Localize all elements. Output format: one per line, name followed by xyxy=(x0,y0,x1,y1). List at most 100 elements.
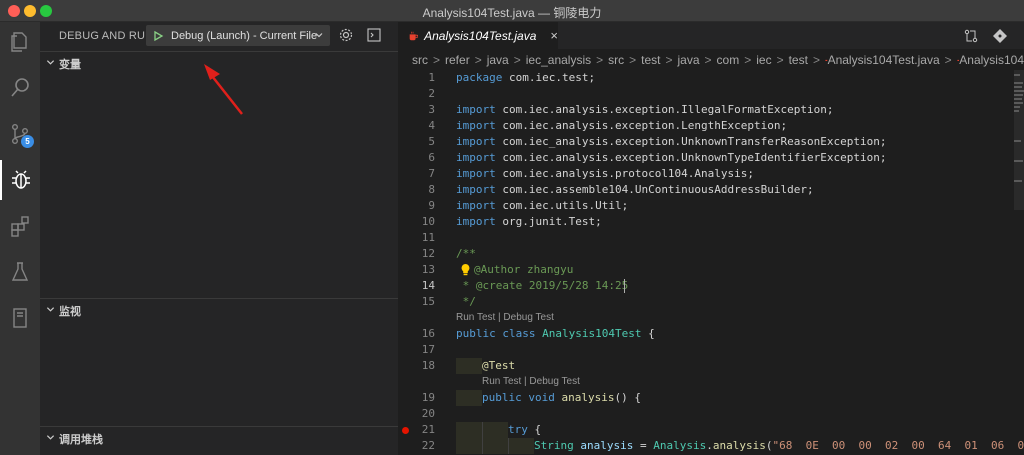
launch-config-label: Debug (Launch) - Current File xyxy=(171,29,318,42)
remote-explorer-icon[interactable] xyxy=(0,298,40,338)
testing-icon[interactable] xyxy=(0,252,40,292)
chevron-down-icon xyxy=(46,435,55,440)
line-number: 9 xyxy=(428,199,435,212)
code-line: 5 import com.iec_analysis.exception.Unkno… xyxy=(398,134,1024,150)
breadcrumb-item[interactable]: src xyxy=(412,53,428,67)
breadcrumb-item[interactable]: src xyxy=(608,53,624,67)
line-number: 13 xyxy=(421,263,435,276)
code-line: 16 public class Analysis104Test { xyxy=(398,326,1024,342)
gear-icon[interactable] xyxy=(338,27,354,43)
code-lens-run-debug[interactable]: Run Test | Debug Test xyxy=(456,311,554,325)
line-number: 2 xyxy=(428,87,435,100)
breadcrumb-item[interactable]: java xyxy=(487,53,509,67)
watch-section-header[interactable]: 监视 xyxy=(40,298,398,318)
chevron-down-icon xyxy=(46,60,55,65)
close-icon[interactable]: × xyxy=(550,28,558,43)
line-number: 22 xyxy=(421,439,435,452)
breadcrumb-item[interactable]: iec xyxy=(756,53,771,67)
breadcrumb-item[interactable]: java xyxy=(678,53,700,67)
code-line: 6 import com.iec.analysis.exception.Unkno… xyxy=(398,150,1024,166)
source-control-icon[interactable]: 5 xyxy=(0,114,40,154)
compare-changes-icon[interactable] xyxy=(963,28,979,44)
sidebar-title: DEBUG AND RUN xyxy=(59,30,154,42)
editor-area: Analysis104Test.java × src > refer > java >… xyxy=(398,22,1024,455)
code-line: 11 xyxy=(398,230,1024,246)
code-line: 4 import com.iec.analysis.exception.Lengt… xyxy=(398,118,1024,134)
lightbulb-icon[interactable] xyxy=(460,263,471,276)
code-line: 2 xyxy=(398,86,1024,102)
breadcrumb: src > refer > java > iec_analysis > src > tes… xyxy=(412,53,1024,67)
minimap[interactable] xyxy=(1014,70,1024,210)
code-lens-run-debug[interactable]: Run Test | Debug Test xyxy=(482,375,580,389)
code-line: 21 try { xyxy=(398,422,1024,438)
explorer-icon[interactable] xyxy=(0,22,40,62)
debug-console-icon[interactable] xyxy=(366,27,382,43)
code-line: 18 @Test xyxy=(398,358,1024,374)
chevron-down-icon xyxy=(315,33,323,38)
line-number: 5 xyxy=(428,135,435,148)
activity-bar: 5 xyxy=(0,22,40,455)
line-number: 16 xyxy=(421,327,435,340)
line-number: 8 xyxy=(428,183,435,196)
java-file-icon xyxy=(409,31,419,40)
line-number: 20 xyxy=(421,407,435,420)
code-line: 10 import org.junit.Test; xyxy=(398,214,1024,230)
start-debugging-icon[interactable] xyxy=(152,30,164,42)
window-title: Analysis104Test.java — 铜陵电力 xyxy=(422,6,602,20)
breadcrumb-item[interactable]: iec_analysis xyxy=(526,53,591,67)
line-number: 12 xyxy=(421,247,435,260)
line-number: 18 xyxy=(421,359,435,372)
breadcrumb-item[interactable]: Analysis104 xyxy=(959,53,1024,67)
breadcrumb-item[interactable]: com xyxy=(717,53,740,67)
code-line: 3 import com.iec.analysis.exception.Illeg… xyxy=(398,102,1024,118)
breadcrumb-item[interactable]: Analysis104Test.java xyxy=(828,53,940,67)
annotation-arrow xyxy=(204,64,243,115)
code-line: 17 xyxy=(398,342,1024,358)
line-number: 17 xyxy=(421,343,435,356)
code-line: 9 import com.iec.utils.Util; xyxy=(398,198,1024,214)
debug-icon[interactable] xyxy=(0,160,40,200)
editor-tab-bar: Analysis104Test.java × xyxy=(398,22,1024,49)
breadcrumb-item[interactable]: test xyxy=(641,53,660,67)
code-line: 7 import com.iec.analysis.protocol104.Ana… xyxy=(398,166,1024,182)
line-number: 14 xyxy=(421,279,435,292)
code-line: 8 import com.iec.assemble104.UnContinuous… xyxy=(398,182,1024,198)
source-control-badge: 5 xyxy=(21,135,34,148)
line-number: 15 xyxy=(421,295,435,308)
text-cursor xyxy=(624,279,625,293)
call-stack-section-label: 调用堆栈 xyxy=(59,434,103,446)
line-number: 4 xyxy=(428,119,435,132)
code-line: 13 @Author zhangyu xyxy=(398,262,1024,278)
line-number: 1 xyxy=(428,71,435,84)
watch-section-label: 监视 xyxy=(59,306,81,318)
breadcrumb-item[interactable]: refer xyxy=(445,53,470,67)
line-number: 3 xyxy=(428,103,435,116)
breadcrumb-item[interactable]: test xyxy=(789,53,808,67)
extensions-icon[interactable] xyxy=(0,206,40,246)
code-line: 15 */ xyxy=(398,294,1024,310)
code-line: 12/** xyxy=(398,246,1024,262)
tab-analysis104test[interactable]: Analysis104Test.java × xyxy=(398,22,558,49)
call-stack-section-header[interactable]: 调用堆栈 xyxy=(40,426,398,446)
code-line: 14 * @create 2019/5/28 14:25 xyxy=(398,278,1024,294)
line-number: 21 xyxy=(421,423,435,436)
git-icon[interactable] xyxy=(992,28,1008,44)
search-icon[interactable] xyxy=(0,68,40,108)
line-number: 19 xyxy=(421,391,435,404)
line-number: 7 xyxy=(428,167,435,180)
launch-config-select[interactable]: Debug (Launch) - Current File xyxy=(146,25,330,46)
code-line: 22 String analysis = Analysis.analysis("6… xyxy=(398,438,1024,454)
code-editor[interactable]: 1 package com.iec.test; 2 3 import com.iec… xyxy=(398,70,1024,455)
debug-sidebar: DEBUG AND RUN Debug (Launch) - Current F… xyxy=(40,22,398,455)
code-line: 19 public void analysis() { xyxy=(398,390,1024,406)
line-number: 6 xyxy=(428,151,435,164)
debug-toolbar: DEBUG AND RUN Debug (Launch) - Current F… xyxy=(40,22,398,49)
code-line: 1 package com.iec.test; xyxy=(398,70,1024,86)
tab-label: Analysis104Test.java xyxy=(424,28,537,43)
variables-section-label: 变量 xyxy=(59,59,81,71)
code-line: 20 xyxy=(398,406,1024,422)
chevron-down-icon xyxy=(46,307,55,312)
line-number: 10 xyxy=(421,215,435,228)
line-number: 11 xyxy=(421,231,435,244)
title-bar: Analysis104Test.java — 铜陵电力 xyxy=(0,0,1024,22)
